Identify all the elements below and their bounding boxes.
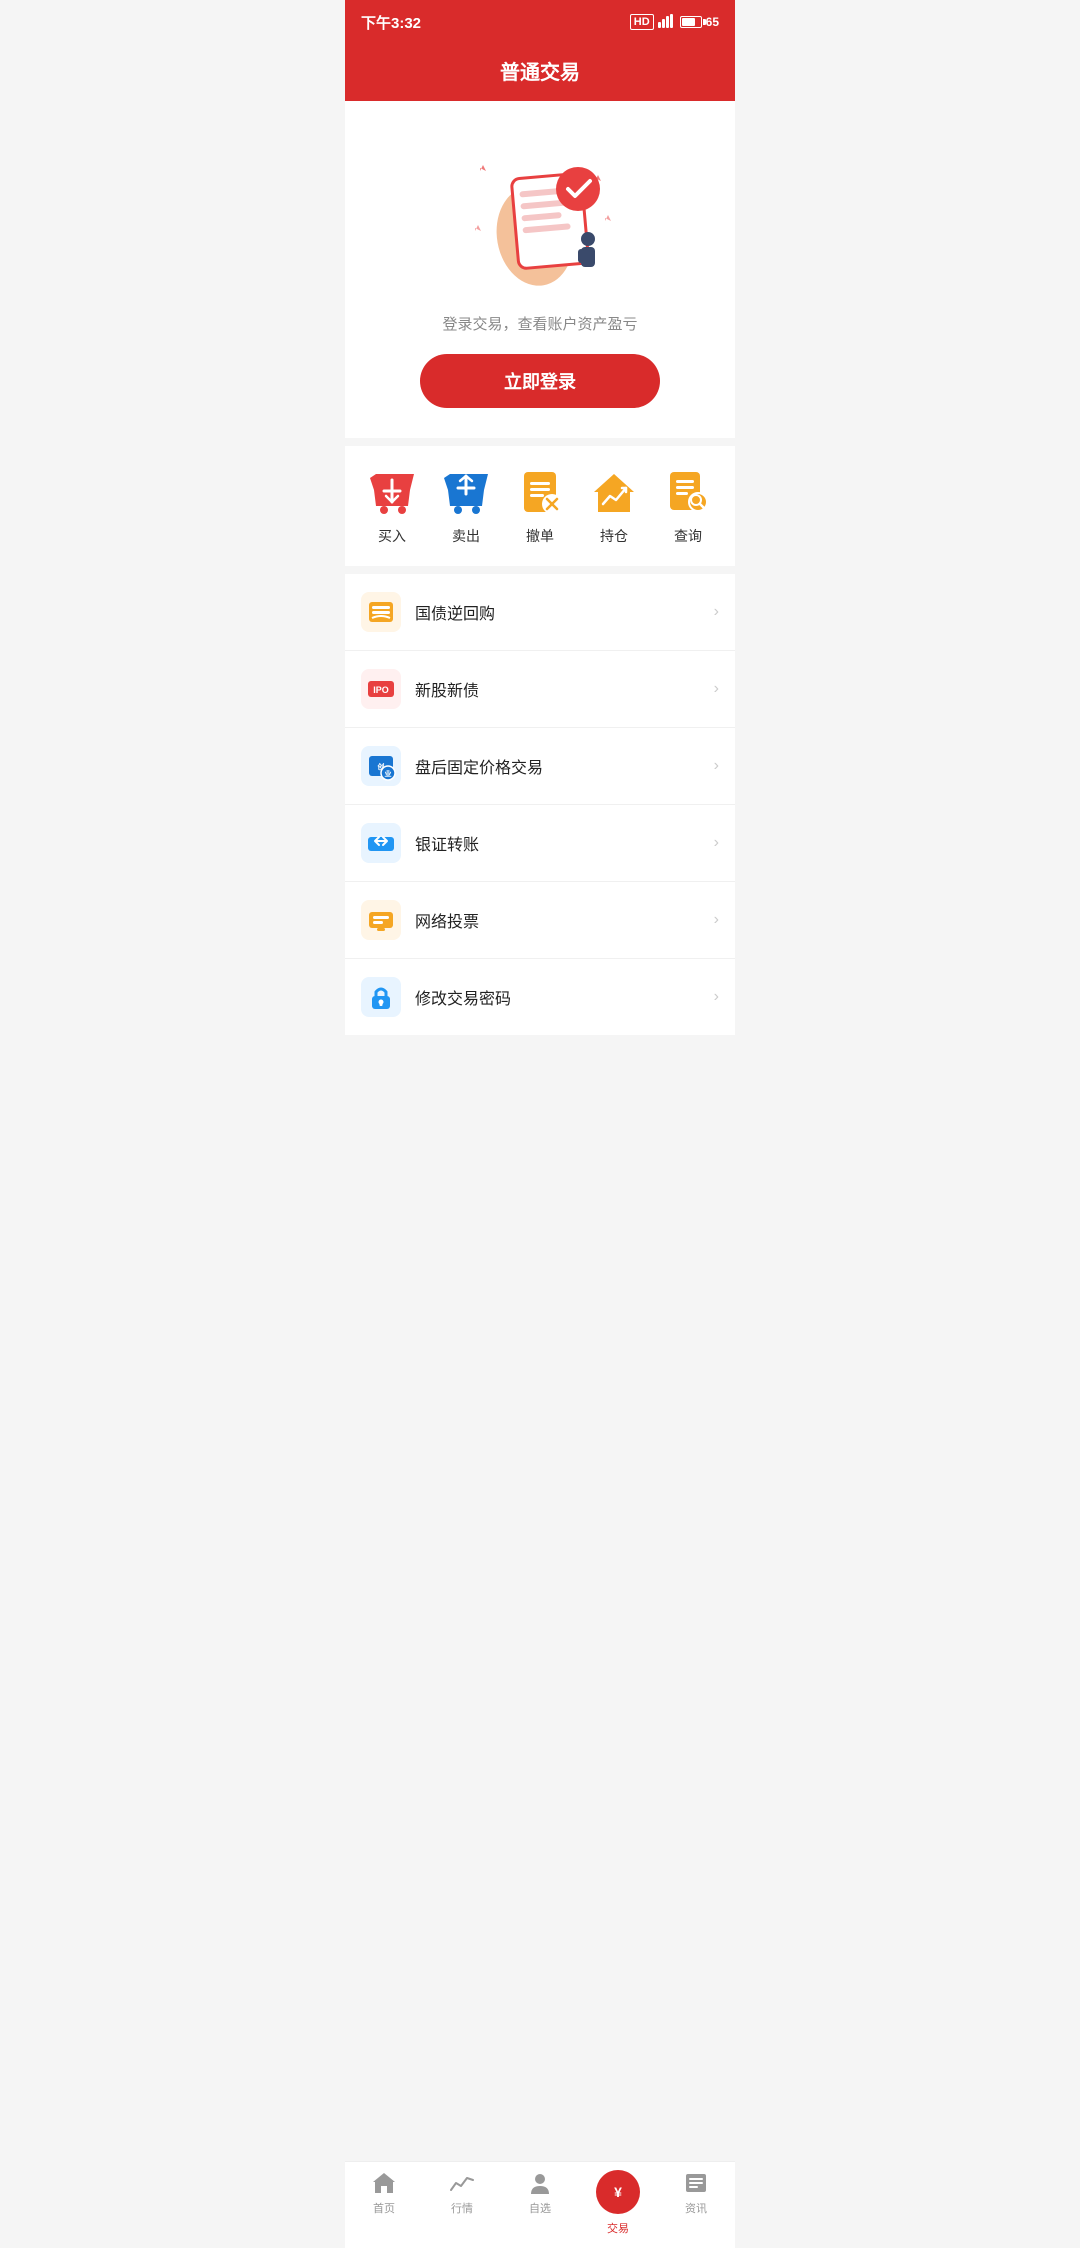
menu-item-change-pwd[interactable]: 修改交易密码 › (345, 959, 735, 1035)
nav-home-label: 首页 (373, 2200, 395, 2216)
menu-icon-ipo: IPO (361, 669, 401, 709)
menu-icon-online-vote (361, 900, 401, 940)
action-buy-label: 买入 (378, 526, 406, 546)
nav-news[interactable]: 资讯 (666, 2170, 726, 2236)
nav-market-label: 行情 (451, 2200, 473, 2216)
menu-icon-govt-bond (361, 592, 401, 632)
nav-trade-label: 交易 (607, 2220, 629, 2236)
nav-watchlist-label: 自选 (529, 2200, 551, 2216)
battery-icon (680, 16, 702, 28)
menu-arrow-govt-bond: › (714, 603, 719, 621)
hero-section: 登录交易，查看账户资产盈亏 立即登录 (345, 101, 735, 438)
signal-strength (658, 14, 676, 31)
menu-label-govt-bond: 国债逆回购 (415, 600, 714, 624)
menu-label-after-hours: 盘后固定价格交易 (415, 754, 714, 778)
svg-text:¥: ¥ (614, 2184, 622, 2200)
nav-trade-circle: ¥ (596, 2170, 640, 2214)
action-buy[interactable]: 买入 (366, 466, 418, 546)
status-icons: HD 65 (630, 14, 719, 31)
hd-badge: HD (630, 14, 654, 30)
menu-label-change-pwd: 修改交易密码 (415, 985, 714, 1009)
hero-subtitle: 登录交易，查看账户资产盈亏 (442, 313, 637, 334)
menu-arrow-bank-transfer: › (714, 834, 719, 852)
menu-item-after-hours[interactable]: 创 业 盘后固定价格交易 › (345, 728, 735, 805)
nav-trade[interactable]: ¥ 交易 (588, 2170, 648, 2236)
menu-arrow-ipo: › (714, 680, 719, 698)
menu-arrow-online-vote: › (714, 911, 719, 929)
menu-item-online-vote[interactable]: 网络投票 › (345, 882, 735, 959)
svg-text:IPO: IPO (373, 685, 389, 695)
menu-arrow-after-hours: › (714, 757, 719, 775)
menu-icon-bank-transfer (361, 823, 401, 863)
quick-actions: 买入 卖出 撤单 (345, 446, 735, 566)
nav-market[interactable]: 行情 (432, 2170, 492, 2236)
menu-icon-after-hours: 创 业 (361, 746, 401, 786)
battery-level: 65 (706, 15, 719, 29)
action-query[interactable]: 查询 (662, 466, 714, 546)
login-button[interactable]: 立即登录 (420, 354, 660, 408)
hero-illustration (450, 121, 630, 301)
status-time: 下午3:32 (361, 12, 421, 33)
action-position[interactable]: 持仓 (588, 466, 640, 546)
menu-item-govt-bond[interactable]: 国债逆回购 › (345, 574, 735, 651)
menu-label-bank-transfer: 银证转账 (415, 831, 714, 855)
nav-home[interactable]: 首页 (354, 2170, 414, 2236)
nav-watchlist[interactable]: 自选 (510, 2170, 570, 2236)
menu-label-ipo: 新股新债 (415, 677, 714, 701)
menu-item-bank-transfer[interactable]: 银证转账 › (345, 805, 735, 882)
menu-arrow-change-pwd: › (714, 988, 719, 1006)
svg-text:业: 业 (385, 769, 392, 778)
action-cancel[interactable]: 撤单 (514, 466, 566, 546)
menu-icon-change-pwd (361, 977, 401, 1017)
action-cancel-label: 撤单 (526, 526, 554, 546)
status-bar: 下午3:32 HD 65 (345, 0, 735, 44)
menu-label-online-vote: 网络投票 (415, 908, 714, 932)
page-header: 普通交易 (345, 44, 735, 101)
action-sell-label: 卖出 (452, 526, 480, 546)
action-position-label: 持仓 (600, 526, 628, 546)
action-sell[interactable]: 卖出 (440, 466, 492, 546)
nav-news-label: 资讯 (685, 2200, 707, 2216)
menu-list: 国债逆回购 › IPO 新股新债 › 创 业 盘后固定价格交易 › (345, 574, 735, 1035)
page-title: 普通交易 (500, 62, 580, 84)
bottom-nav: 首页 行情 自选 ¥ 交易 资讯 (345, 2161, 735, 2248)
menu-item-ipo[interactable]: IPO 新股新债 › (345, 651, 735, 728)
action-query-label: 查询 (674, 526, 702, 546)
